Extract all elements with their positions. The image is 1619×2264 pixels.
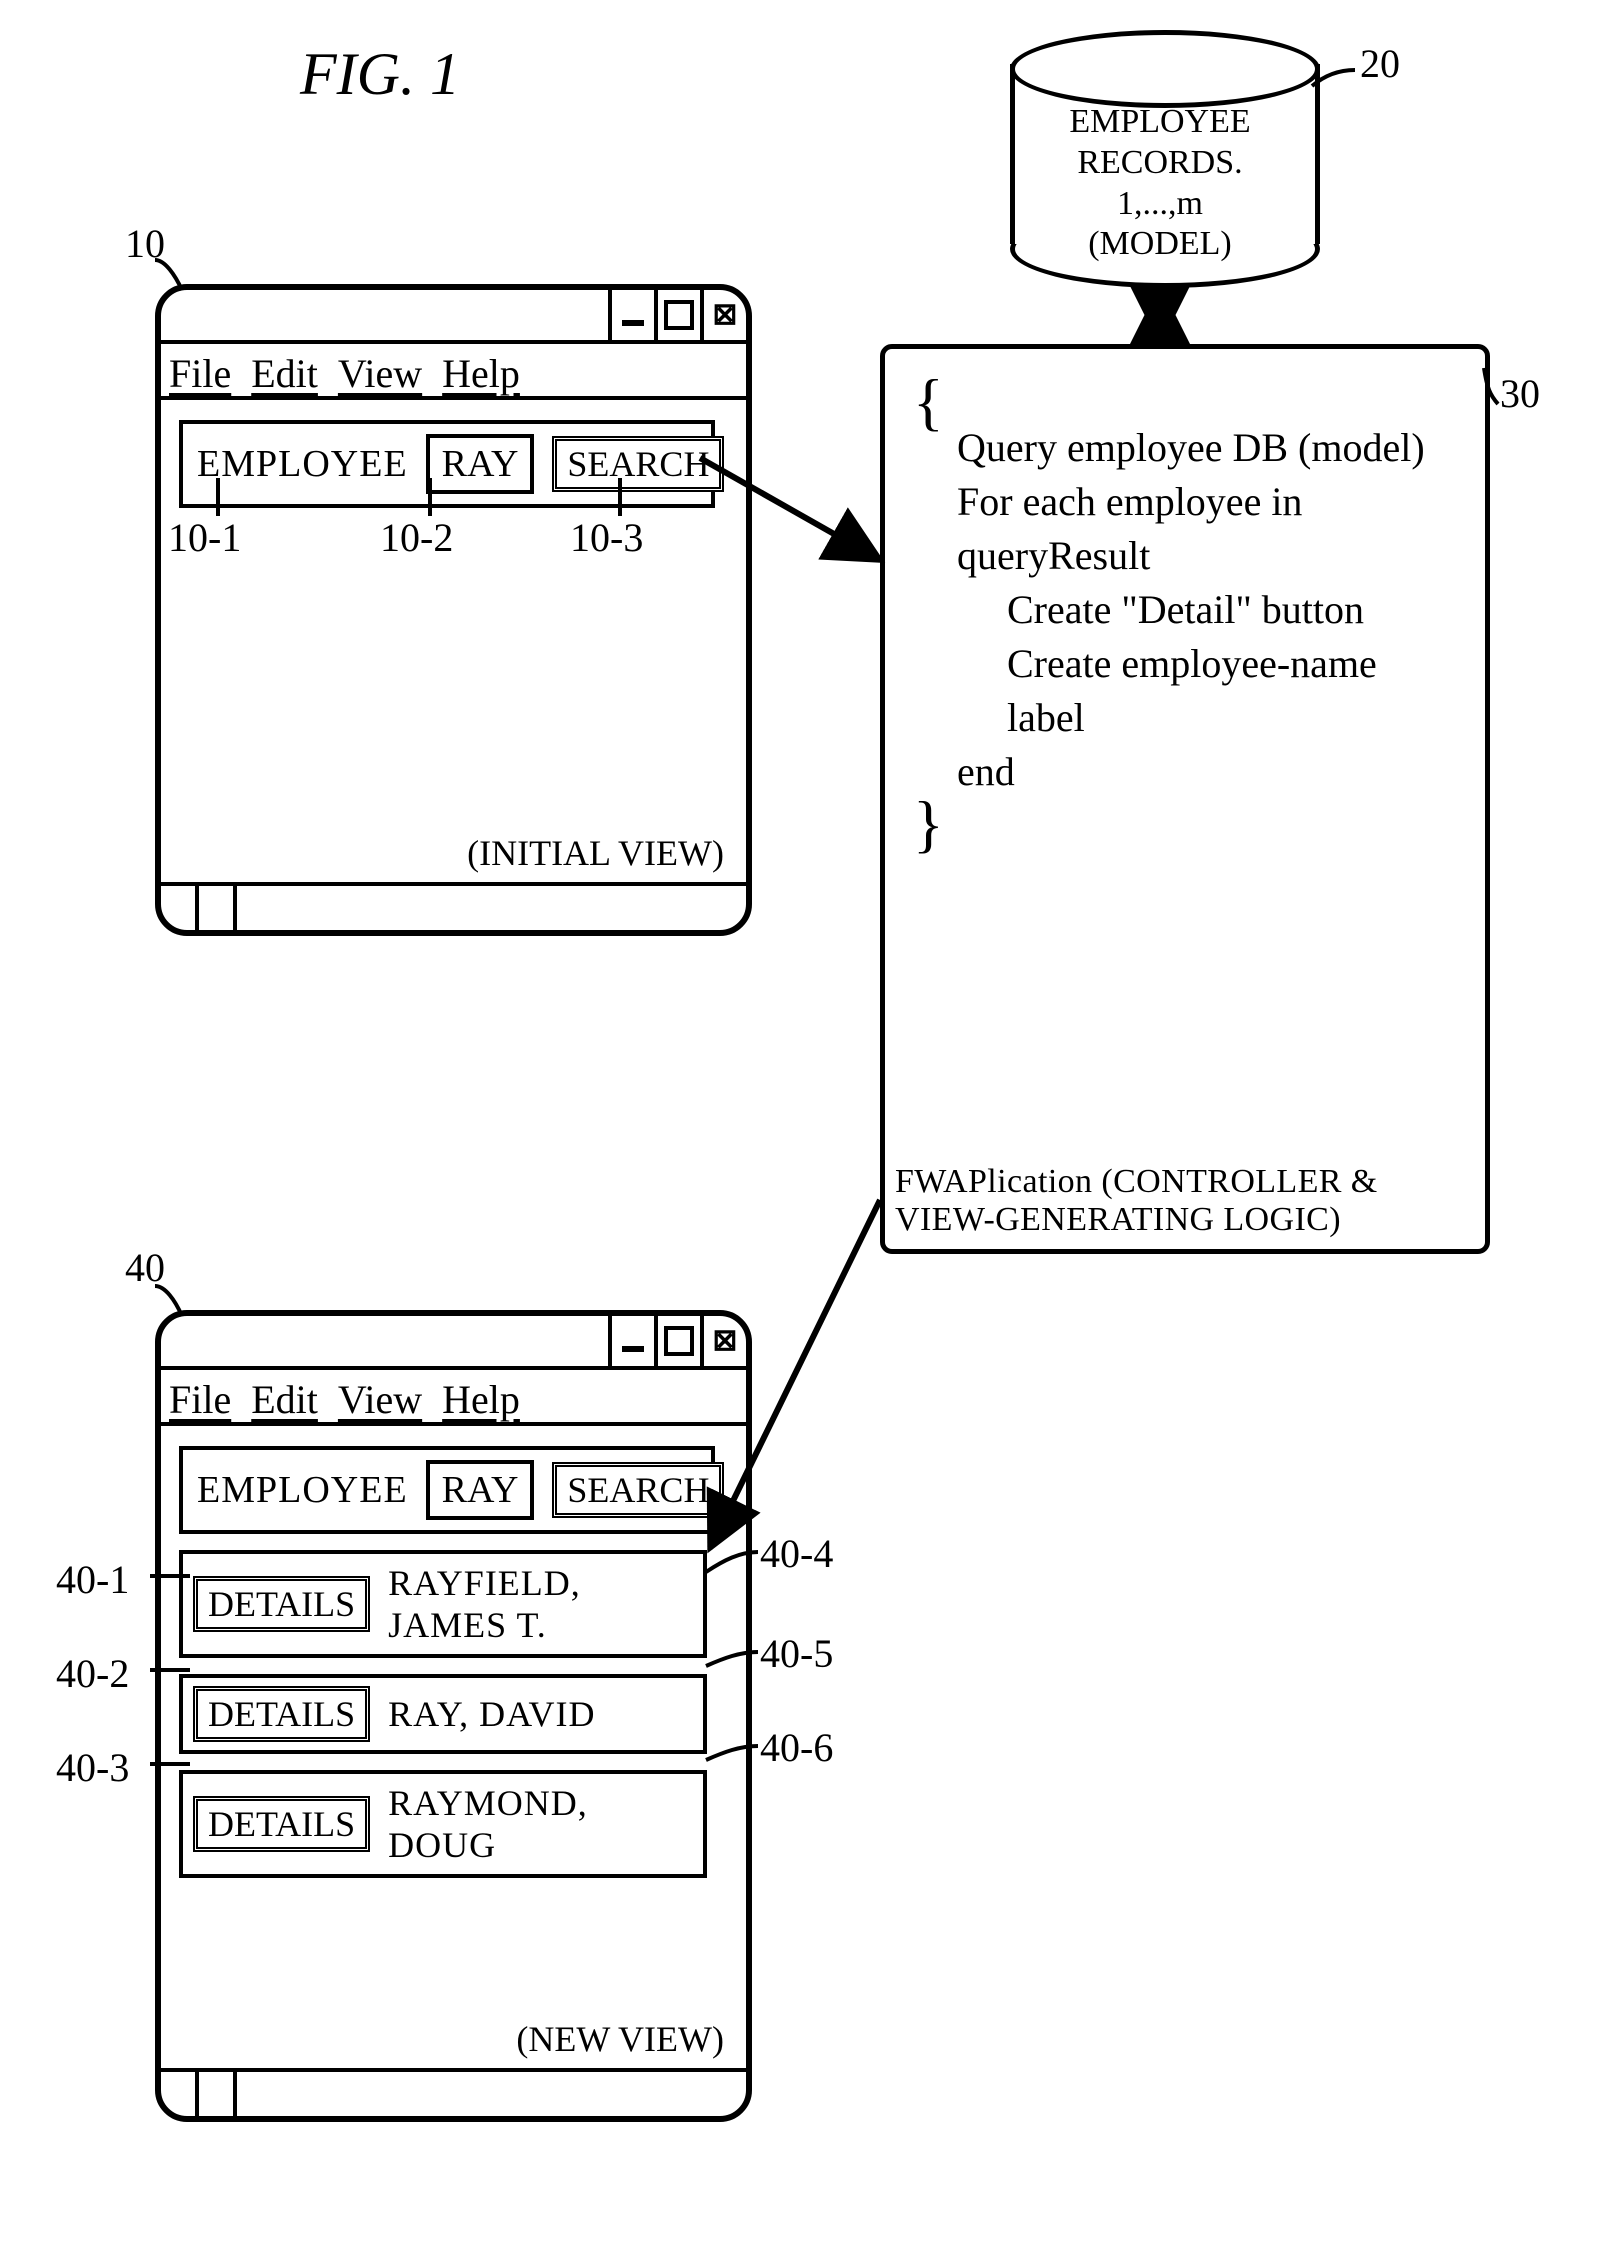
ref-40-1: 40-1 [56, 1556, 129, 1603]
logic-line-5: end [913, 745, 1457, 799]
search-input[interactable]: RAY [426, 434, 535, 494]
initial-view-window: ⊠ File Edit View Help EMPLOYEE RAY SEARC… [155, 284, 752, 936]
details-button[interactable]: DETAILS [193, 1686, 370, 1742]
db-line3: 1,...,m [1117, 185, 1203, 222]
ref-10-1: 10-1 [168, 514, 241, 561]
result-name: RAYMOND, DOUG [388, 1782, 693, 1866]
status-cell [199, 886, 237, 930]
restore-icon [664, 300, 694, 330]
ref-40-3: 40-3 [56, 1744, 129, 1791]
open-brace: { [913, 383, 1457, 421]
close-brace: } [913, 805, 1457, 843]
ref-10: 10 [125, 220, 165, 267]
close-icon: ⊠ [712, 300, 737, 330]
ref-40-4: 40-4 [760, 1530, 833, 1577]
result-row: DETAILS RAYFIELD, JAMES T. [179, 1550, 707, 1658]
ref-10-3: 10-3 [570, 514, 643, 561]
ref-40-2: 40-2 [56, 1650, 129, 1697]
search-row: EMPLOYEE RAY SEARCH [179, 420, 715, 508]
initial-view-label: (INITIAL VIEW) [467, 832, 724, 874]
ref-40: 40 [125, 1244, 165, 1291]
search-button[interactable]: SEARCH [552, 436, 724, 492]
db-top-ellipse [1010, 30, 1320, 108]
menubar: File Edit View Help [161, 1370, 746, 1426]
ref-20: 20 [1360, 40, 1400, 87]
close-icon: ⊠ [712, 1326, 737, 1356]
restore-icon [664, 1326, 694, 1356]
menu-help[interactable]: Help [434, 344, 532, 396]
result-row: DETAILS RAY, DAVID [179, 1674, 707, 1754]
restore-button[interactable] [654, 290, 700, 340]
restore-button[interactable] [654, 1316, 700, 1366]
ref-10-2: 10-2 [380, 514, 453, 561]
details-button[interactable]: DETAILS [193, 1796, 370, 1852]
logic-line-3: Create "Detail" button [913, 583, 1457, 637]
logic-line-4: Create employee-name label [913, 637, 1457, 745]
search-row: EMPLOYEE RAY SEARCH [179, 1446, 715, 1534]
minimize-icon [622, 1346, 644, 1352]
menubar: File Edit View Help [161, 344, 746, 400]
statusbar [161, 2068, 746, 2116]
logic-line-2: For each employee in queryResult [913, 475, 1457, 583]
logic-box: { Query employee DB (model) For each emp… [880, 344, 1490, 1254]
menu-help[interactable]: Help [434, 1370, 532, 1422]
result-name: RAY, DAVID [388, 1693, 595, 1735]
result-row: DETAILS RAYMOND, DOUG [179, 1770, 707, 1878]
search-input[interactable]: RAY [426, 1460, 535, 1520]
search-button[interactable]: SEARCH [552, 1462, 724, 1518]
menu-file[interactable]: File [161, 1370, 243, 1422]
status-cell [161, 2072, 199, 2116]
logic-caption: FWAPlication (CONTROLLER & VIEW-GENERATI… [895, 1163, 1485, 1239]
minimize-button[interactable] [608, 290, 654, 340]
titlebar: ⊠ [161, 1316, 746, 1370]
status-cell [199, 2072, 237, 2116]
logic-line-1: Query employee DB (model) [913, 421, 1457, 475]
statusbar [161, 882, 746, 930]
menu-edit[interactable]: Edit [243, 344, 330, 396]
close-button[interactable]: ⊠ [700, 1316, 746, 1366]
status-cell [161, 886, 199, 930]
ref-40-6: 40-6 [760, 1724, 833, 1771]
minimize-button[interactable] [608, 1316, 654, 1366]
content-area: EMPLOYEE RAY SEARCH [161, 400, 746, 528]
details-button[interactable]: DETAILS [193, 1576, 370, 1632]
titlebar: ⊠ [161, 290, 746, 344]
ref-40-5: 40-5 [760, 1630, 833, 1677]
menu-view[interactable]: View [330, 344, 434, 396]
logic-content: { Query employee DB (model) For each emp… [885, 349, 1485, 854]
content-area: EMPLOYEE RAY SEARCH DETAILS RAYFIELD, JA… [161, 1426, 746, 1898]
employee-label: EMPLOYEE [197, 442, 408, 486]
db-text: EMPLOYEE RECORDS. 1,...,m (MODEL) [1010, 102, 1310, 265]
new-view-label: (NEW VIEW) [516, 2018, 724, 2060]
new-view-window: ⊠ File Edit View Help EMPLOYEE RAY SEARC… [155, 1310, 752, 2122]
db-line4: (MODEL) [1088, 225, 1232, 262]
db-line1: EMPLOYEE [1069, 103, 1250, 140]
menu-view[interactable]: View [330, 1370, 434, 1422]
employee-label: EMPLOYEE [197, 1468, 408, 1512]
database-cylinder: EMPLOYEE RECORDS. 1,...,m (MODEL) [1010, 30, 1310, 272]
figure-page: FIG. 1 EMPLOYEE RECORDS. 1,...,m (MODEL)… [0, 0, 1619, 2264]
minimize-icon [622, 320, 644, 326]
ref-30: 30 [1500, 370, 1540, 417]
db-line2: RECORDS. [1077, 144, 1242, 181]
menu-file[interactable]: File [161, 344, 243, 396]
menu-edit[interactable]: Edit [243, 1370, 330, 1422]
figure-title: FIG. 1 [300, 40, 460, 109]
close-button[interactable]: ⊠ [700, 290, 746, 340]
result-name: RAYFIELD, JAMES T. [388, 1562, 693, 1646]
